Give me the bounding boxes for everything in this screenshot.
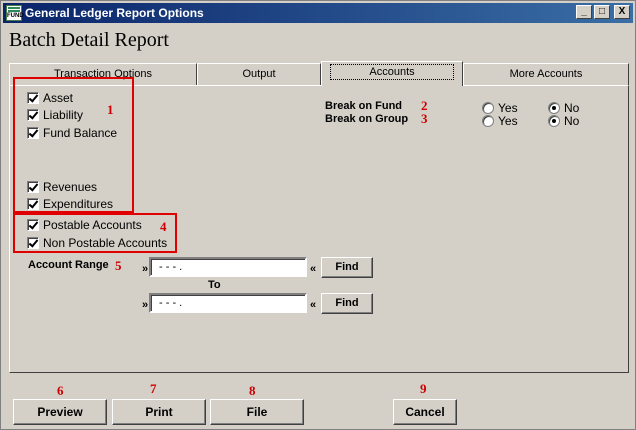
annotation-3: 3	[421, 111, 428, 126]
range-to-left-marker: »	[142, 299, 149, 311]
postable-accounts-checkbox[interactable]: Postable Accounts	[27, 217, 142, 233]
radio-icon	[548, 115, 560, 127]
window-title: General Ledger Report Options	[25, 6, 204, 20]
account-range-label: Account Range	[28, 259, 109, 271]
account-range-to-input[interactable]: - - - .	[149, 293, 307, 313]
range-to-label: To	[208, 279, 221, 291]
preview-button[interactable]: Preview	[13, 399, 107, 425]
radio-icon	[482, 115, 494, 127]
find-to-button[interactable]: Find	[321, 293, 373, 314]
checkbox-icon	[27, 219, 39, 231]
checkbox-icon	[27, 198, 39, 210]
checkbox-icon	[27, 127, 39, 139]
maximize-button[interactable]: □	[594, 5, 610, 19]
find-from-button[interactable]: Find	[321, 257, 373, 278]
checkbox-icon	[27, 92, 39, 104]
annotation-9: 9	[420, 381, 427, 396]
annotation-6: 6	[57, 383, 64, 398]
page-title: Batch Detail Report	[9, 29, 169, 51]
checkbox-icon	[27, 237, 39, 249]
annotation-4: 4	[160, 219, 167, 234]
app-icon: FUND	[6, 5, 24, 21]
range-to-right-marker: «	[310, 299, 317, 311]
minimize-button[interactable]: _	[576, 5, 592, 19]
liability-checkbox[interactable]: Liability	[27, 107, 83, 123]
tab-more-accounts[interactable]: More Accounts	[463, 63, 629, 85]
break-on-group-label: Break on Group	[325, 113, 409, 125]
checkbox-icon	[27, 181, 39, 193]
close-button[interactable]: X	[614, 5, 630, 19]
print-button[interactable]: Print	[112, 399, 206, 425]
cancel-button[interactable]: Cancel	[393, 399, 457, 425]
annotation-7: 7	[150, 381, 157, 396]
break-on-fund-label: Break on Fund	[325, 100, 403, 112]
account-range-from-input[interactable]: - - - .	[149, 257, 307, 277]
revenues-checkbox[interactable]: Revenues	[27, 179, 97, 195]
annotation-8: 8	[249, 383, 256, 398]
tab-accounts[interactable]: Accounts	[321, 61, 463, 86]
range-from-left-marker: »	[142, 263, 149, 275]
file-button[interactable]: File	[210, 399, 304, 425]
asset-checkbox[interactable]: Asset	[27, 90, 73, 106]
annotation-1: 1	[107, 102, 114, 117]
annotation-5: 5	[115, 258, 122, 273]
report-options-window: FUND General Ledger Report Options _ □ X…	[0, 0, 636, 430]
fund-balance-checkbox[interactable]: Fund Balance	[27, 125, 117, 141]
range-from-right-marker: «	[310, 263, 317, 275]
break-on-group-yes-radio[interactable]: Yes	[482, 113, 518, 129]
non-postable-accounts-checkbox[interactable]: Non Postable Accounts	[27, 235, 167, 251]
title-bar[interactable]: FUND General Ledger Report Options _ □ X	[3, 3, 633, 23]
checkbox-icon	[27, 109, 39, 121]
break-on-group-no-radio[interactable]: No	[548, 113, 579, 129]
tab-output[interactable]: Output	[197, 63, 321, 85]
expenditures-checkbox[interactable]: Expenditures	[27, 196, 113, 212]
